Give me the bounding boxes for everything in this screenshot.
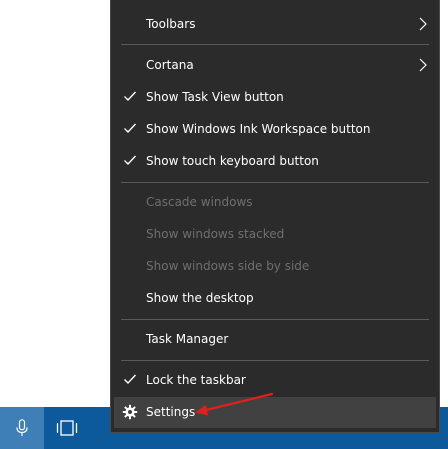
menu-item-label: Cortana [146,58,194,72]
checkmark-icon [124,155,137,166]
menu-item-cortana[interactable]: Cortana [114,50,436,81]
menu-item-show-touch-keyboard-button[interactable]: Show touch keyboard button [114,146,436,177]
menu-separator [121,182,429,183]
menu-item-cascade-windows: Cascade windows [114,187,436,218]
menu-item-show-the-desktop[interactable]: Show the desktop [114,283,436,314]
task-view-button[interactable] [46,407,88,449]
menu-item-task-manager[interactable]: Task Manager [114,324,436,355]
menu-item-show-windows-side-by-side: Show windows side by side [114,251,436,282]
menu-item-show-task-view-button[interactable]: Show Task View button [114,82,436,113]
checkmark-icon [124,123,137,134]
menu-item-label: Toolbars [146,17,196,31]
chevron-right-icon [419,17,427,31]
gear-icon [122,404,138,420]
cortana-microphone-button[interactable] [0,407,44,449]
menu-item-label: Show Windows Ink Workspace button [146,122,371,136]
task-view-icon [56,420,78,436]
menu-separator [121,319,429,320]
menu-item-toolbars[interactable]: Toolbars [114,9,436,40]
menu-item-label: Show touch keyboard button [146,154,319,168]
menu-item-label: Show the desktop [146,291,254,305]
menu-item-label: Show windows side by side [146,259,310,273]
menu-item-label: Cascade windows [146,195,253,209]
menu-item-show-windows-ink-workspace-button[interactable]: Show Windows Ink Workspace button [114,114,436,145]
chevron-right-icon [419,58,427,72]
menu-separator [121,360,429,361]
menu-item-label: Show Task View button [146,90,284,104]
menu-separator [121,44,429,45]
checkmark-icon [124,91,137,102]
checkmark-icon [124,374,137,385]
taskbar-context-menu: Toolbars Cortana Show Task View button S… [110,0,440,433]
menu-item-show-windows-stacked: Show windows stacked [114,219,436,250]
microphone-icon [16,419,28,436]
menu-item-label: Show windows stacked [146,227,285,241]
annotation-arrow [195,392,274,416]
menu-item-label: Settings [146,405,196,419]
menu-item-label: Task Manager [146,332,229,346]
menu-item-label: Lock the taskbar [146,373,246,387]
